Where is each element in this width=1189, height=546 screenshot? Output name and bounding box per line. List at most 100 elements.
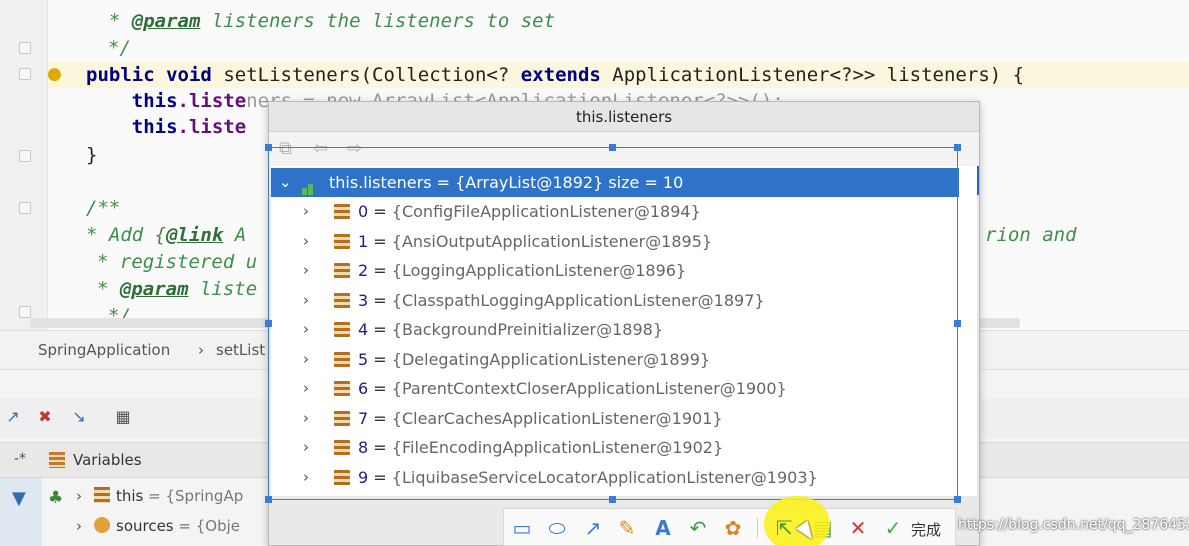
- ellipse-icon[interactable]: ⬭: [544, 515, 570, 541]
- undo-icon[interactable]: ↶: [685, 515, 711, 541]
- tree-item-row[interactable]: › 6 = {ParentContextCloserApplicationList…: [271, 374, 959, 403]
- tree-item-row[interactable]: › 1 = {AnsiOutputApplicationListener@1895…: [271, 227, 959, 256]
- rectangle-icon[interactable]: ▭: [509, 515, 535, 541]
- item-value: {ClasspathLoggingApplicationListener@189…: [391, 290, 765, 310]
- back-icon[interactable]: ⇦: [313, 138, 328, 159]
- equals-sign: =: [373, 349, 387, 369]
- code-line: /**: [86, 197, 121, 219]
- item-value: {DelegatingApplicationListener@1899}: [391, 349, 711, 369]
- check-icon[interactable]: ✓: [880, 515, 906, 541]
- chevron-right-icon[interactable]: ›: [303, 315, 309, 344]
- resize-handle[interactable]: [954, 320, 961, 327]
- equals-sign: =: [373, 202, 387, 221]
- chevron-right-icon[interactable]: ›: [303, 345, 309, 374]
- tree-item-row[interactable]: › 5 = {DelegatingApplicationListener@1899…: [271, 345, 959, 374]
- breadcrumb-method[interactable]: setList: [216, 341, 265, 359]
- copy-icon[interactable]: ⧉: [279, 138, 292, 159]
- resize-handle[interactable]: [954, 496, 961, 503]
- pin-tab-icon[interactable]: -*: [14, 451, 26, 467]
- pin-icon[interactable]: ⇱: [776, 516, 793, 540]
- object-icon: [334, 263, 350, 278]
- annotation-toolbar: ▭ ⬭ ↗ ✎ A ↶ ✿ ▤ ✕ ✓ 完成: [503, 508, 956, 546]
- chevron-right-icon[interactable]: ›: [303, 374, 309, 403]
- fold-marker[interactable]: [19, 202, 31, 214]
- breadcrumb-separator: ›: [198, 341, 204, 359]
- tree-item-row[interactable]: › 0 = {ConfigFileApplicationListener@1894…: [271, 197, 959, 226]
- variable-row[interactable]: › sources = {Obje: [76, 517, 240, 535]
- table-icon[interactable]: ▦: [112, 406, 134, 428]
- object-icon: [334, 322, 350, 337]
- step-out-icon[interactable]: ↗: [2, 406, 24, 428]
- resize-handle[interactable]: [265, 496, 272, 503]
- code-line-tail: rion and: [985, 224, 1077, 246]
- equals-sign: =: [373, 231, 387, 251]
- chevron-right-icon[interactable]: ›: [303, 286, 309, 315]
- item-value: {FileEncodingApplicationListener@1902}: [391, 438, 724, 457]
- item-index: 2: [358, 261, 369, 280]
- fold-marker[interactable]: [19, 150, 31, 162]
- chevron-right-icon[interactable]: ›: [303, 404, 309, 433]
- resize-handle[interactable]: [609, 496, 616, 503]
- param-icon: [94, 517, 110, 533]
- object-icon: [334, 440, 350, 455]
- close-icon[interactable]: ✕: [845, 515, 871, 541]
- fold-marker[interactable]: [19, 42, 31, 54]
- item-value: {ClearCachesApplicationListener@1901}: [391, 408, 723, 428]
- object-icon: [334, 351, 350, 367]
- object-tree[interactable]: ⌄ this.listeners = {ArrayList@1892} size…: [271, 166, 977, 496]
- code-line: public void setListeners(Collection<? ex…: [86, 64, 1025, 86]
- item-index: 4: [358, 320, 369, 339]
- equals-sign: =: [373, 408, 387, 428]
- fold-marker[interactable]: [19, 68, 31, 80]
- fold-marker[interactable]: [19, 306, 31, 318]
- item-value: {LiquibaseServiceLocatorApplicationListe…: [391, 467, 818, 487]
- tree-item-row[interactable]: › 7 = {ClearCachesApplicationListener@190…: [271, 404, 959, 433]
- popup-title: this.listeners: [269, 102, 979, 132]
- resize-handle[interactable]: [954, 144, 961, 151]
- tree-item-row[interactable]: › 4 = {BackgroundPreinitializer@1898}: [271, 315, 959, 344]
- arrow-icon[interactable]: ↗: [580, 515, 606, 541]
- brush-icon[interactable]: ✎: [614, 515, 640, 541]
- variable-row[interactable]: › this = {SpringAp: [76, 487, 243, 505]
- object-icon: [334, 381, 350, 396]
- tree-item-row[interactable]: › 8 = {FileEncodingApplicationListener@19…: [271, 433, 959, 462]
- equals-sign: =: [373, 290, 387, 310]
- step-into-icon[interactable]: ↘: [68, 406, 90, 428]
- object-icon: [334, 469, 350, 485]
- code-line: * registered u: [97, 251, 258, 273]
- item-index: 6: [358, 379, 369, 398]
- chevron-right-icon[interactable]: ›: [303, 256, 309, 285]
- resize-handle[interactable]: [609, 144, 616, 151]
- object-icon: [334, 233, 350, 249]
- forward-icon[interactable]: ⇨: [347, 138, 362, 159]
- lightbulb-icon[interactable]: ●: [47, 64, 62, 84]
- inspect-popup[interactable]: this.listeners ⧉ ⇦ ⇨ ⌄ this.listeners = …: [268, 101, 980, 546]
- filter-icon[interactable]: ▼: [12, 488, 26, 509]
- tree-root-row[interactable]: ⌄ this.listeners = {ArrayList@1892} size…: [271, 168, 959, 197]
- chevron-right-icon[interactable]: ›: [303, 463, 309, 492]
- variables-icon: [49, 452, 65, 468]
- text-icon[interactable]: A: [650, 515, 676, 541]
- done-button[interactable]: 完成: [911, 519, 941, 540]
- chevron-right-icon[interactable]: ›: [303, 433, 309, 462]
- palette-icon[interactable]: ✿: [720, 515, 746, 541]
- code-line: */: [108, 37, 131, 59]
- resize-handle[interactable]: [265, 144, 272, 151]
- tree-item-row[interactable]: › 3 = {ClasspathLoggingApplicationListene…: [271, 286, 959, 315]
- chevron-right-icon[interactable]: ›: [303, 197, 309, 226]
- tree-item-row[interactable]: › 2 = {LoggingApplicationListener@1896}: [271, 256, 959, 285]
- breadcrumb-class[interactable]: SpringApplication: [38, 341, 170, 359]
- tree-item-row[interactable]: › 9 = {LiquibaseServiceLocatorApplication…: [271, 463, 959, 492]
- item-value: {AnsiOutputApplicationListener@1895}: [391, 231, 713, 251]
- cursor-highlight: [764, 496, 830, 546]
- item-index: 5: [358, 349, 369, 369]
- item-index: 1: [358, 231, 369, 251]
- expand-icon[interactable]: ⌄: [279, 168, 292, 197]
- remove-watch-icon[interactable]: ✖: [34, 406, 56, 428]
- equals-sign: =: [373, 320, 387, 339]
- chevron-right-icon[interactable]: ›: [303, 227, 309, 256]
- resize-handle[interactable]: [265, 320, 272, 327]
- item-index: 8: [358, 438, 369, 457]
- variables-title: Variables: [73, 451, 142, 469]
- thread-icon[interactable]: ♣: [48, 488, 63, 508]
